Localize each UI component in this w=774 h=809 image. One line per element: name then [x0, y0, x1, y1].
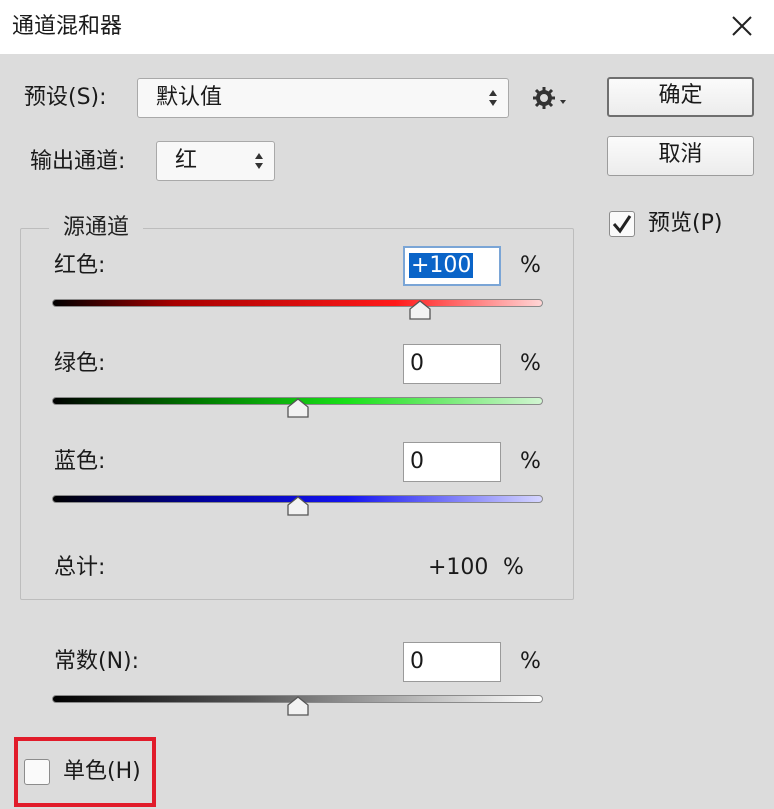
blue-channel-slider-handle[interactable] — [287, 496, 309, 516]
checkmark-icon — [612, 215, 632, 234]
cancel-button[interactable]: 取消 — [607, 136, 754, 176]
dialog-title: 通道混和器 — [12, 14, 123, 39]
source-channels-legend: 源通道 — [63, 215, 130, 240]
blue-channel-input[interactable]: 0 — [403, 442, 501, 482]
constant-input[interactable]: 0 — [403, 642, 501, 682]
blue-channel-value: 0 — [410, 449, 424, 474]
total-value: +100 — [428, 555, 489, 580]
total-unit: % — [503, 555, 524, 580]
preview-checkbox[interactable] — [609, 211, 635, 237]
total-label: 总计: — [54, 555, 106, 580]
title-bar: 通道混和器 — [0, 0, 774, 54]
close-button[interactable] — [724, 8, 760, 44]
green-channel-value: 0 — [410, 351, 424, 376]
blue-channel-unit: % — [520, 449, 541, 474]
output-channel-label: 输出通道: — [30, 149, 126, 174]
constant-slider-handle[interactable] — [287, 696, 309, 716]
slider-thumb-icon — [287, 398, 309, 418]
preset-value: 默认值 — [156, 85, 223, 110]
slider-thumb-icon — [287, 696, 309, 716]
monochrome-label: 单色(H) — [63, 759, 141, 784]
slider-thumb-icon — [409, 300, 431, 320]
dialog-content: 预设(S): 默认值 输出通道: 红 确定 取消 预览(P) 源通道 红色: +… — [0, 54, 774, 809]
updown-arrows-icon — [254, 142, 264, 180]
output-channel-value: 红 — [175, 148, 198, 173]
red-channel-input[interactable]: +100 — [403, 246, 501, 286]
close-icon — [732, 16, 752, 36]
red-channel-slider[interactable] — [52, 299, 543, 307]
red-channel-slider-handle[interactable] — [409, 300, 431, 320]
red-channel-value: +100 — [409, 253, 474, 278]
green-channel-input[interactable]: 0 — [403, 344, 501, 384]
preview-label: 预览(P) — [648, 211, 723, 236]
updown-arrows-icon — [488, 79, 498, 117]
green-channel-slider-handle[interactable] — [287, 398, 309, 418]
monochrome-checkbox[interactable] — [24, 759, 50, 785]
output-channel-select[interactable]: 红 — [156, 141, 275, 181]
blue-channel-label: 蓝色: — [54, 449, 106, 474]
green-channel-label: 绿色: — [54, 351, 106, 376]
constant-unit: % — [520, 649, 541, 674]
ok-button[interactable]: 确定 — [607, 77, 754, 117]
constant-label: 常数(N): — [54, 649, 140, 674]
preset-label: 预设(S): — [24, 85, 107, 110]
gear-icon — [533, 87, 566, 109]
green-channel-unit: % — [520, 351, 541, 376]
preset-select[interactable]: 默认值 — [137, 78, 509, 118]
red-channel-label: 红色: — [54, 253, 106, 278]
red-channel-unit: % — [520, 253, 541, 278]
preset-options-button[interactable] — [530, 84, 570, 112]
slider-thumb-icon — [287, 496, 309, 516]
constant-value: 0 — [410, 649, 424, 674]
